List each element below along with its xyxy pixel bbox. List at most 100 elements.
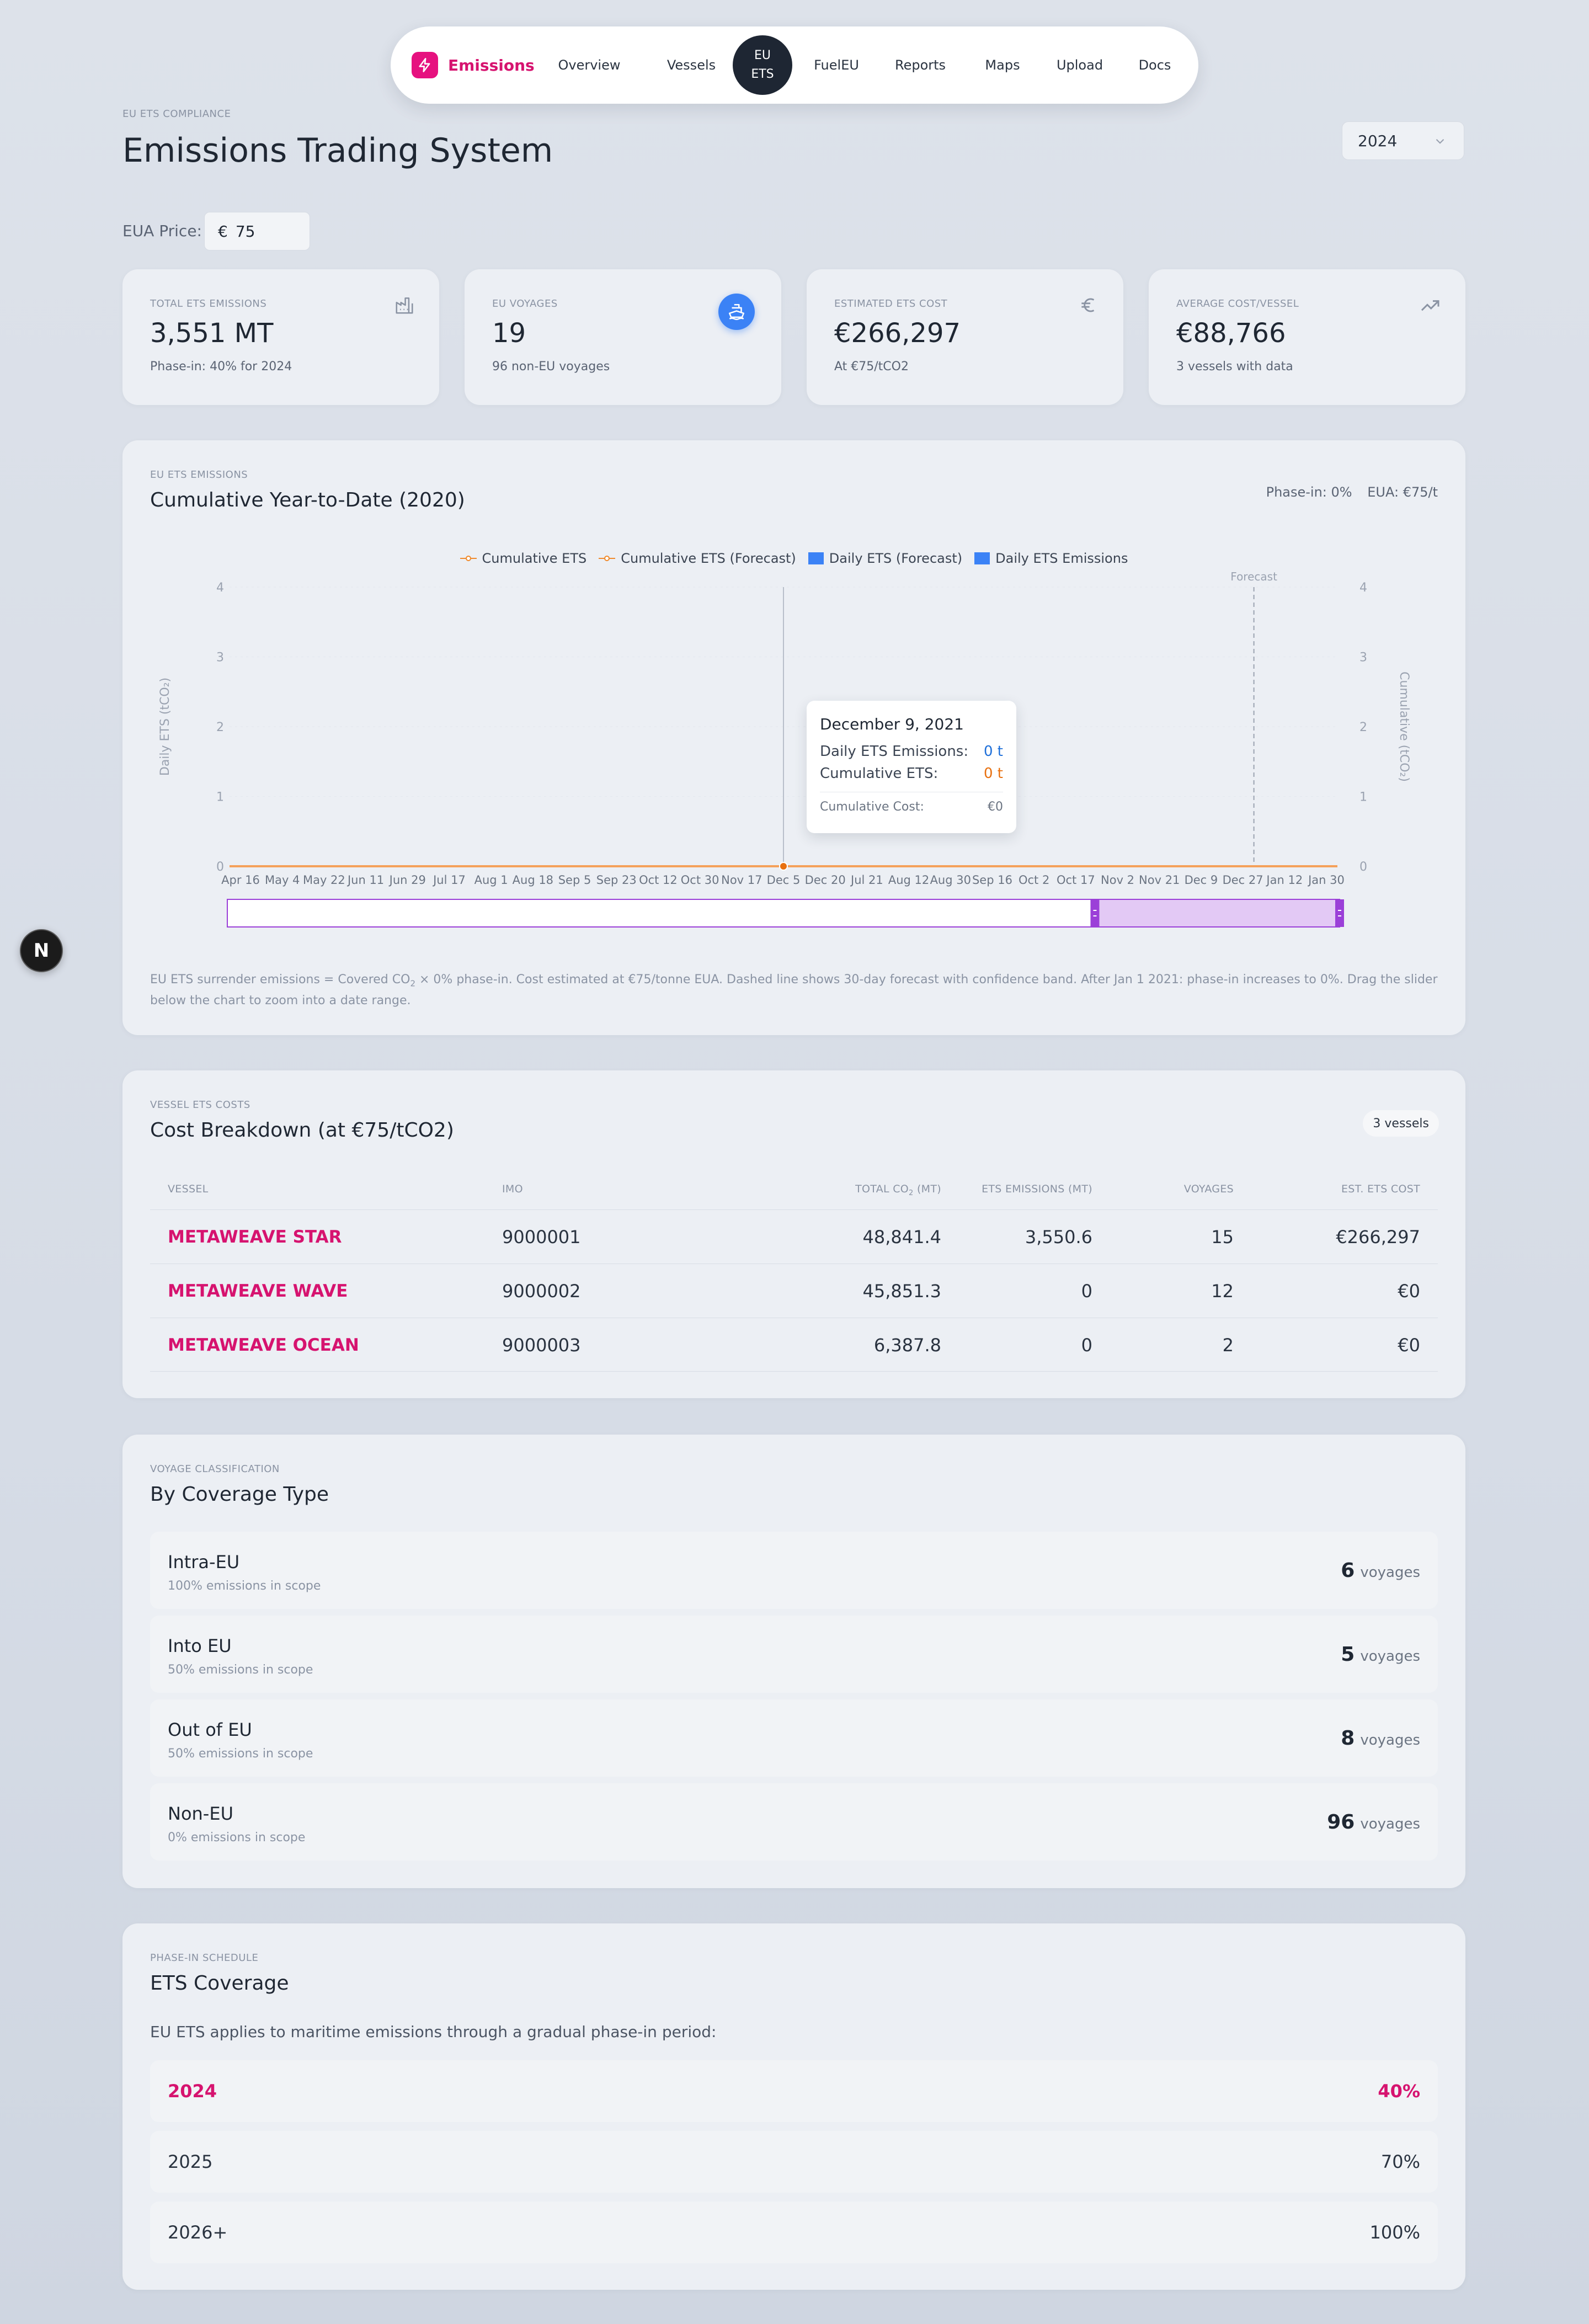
vessel-count-badge: 3 vessels bbox=[1363, 1110, 1439, 1137]
coverage-row-out-of-eu: Out of EU 50% emissions in scope 8 voyag… bbox=[150, 1699, 1438, 1777]
kpi-label: ESTIMATED ETS COST bbox=[834, 298, 948, 310]
eua-price-label: EUA Price: bbox=[122, 222, 202, 240]
phase-in-card: PHASE-IN SCHEDULE ETS Coverage EU ETS ap… bbox=[122, 1923, 1465, 2290]
voyages-cell: 2 bbox=[1222, 1335, 1234, 1356]
col-header-vessel[interactable]: VESSEL bbox=[168, 1183, 209, 1195]
chart-tooltip: December 9, 2021 Daily ETS Emissions: 0 … bbox=[807, 701, 1016, 833]
col-header-text: TOTAL CO bbox=[855, 1183, 909, 1195]
phase-percent: 70% bbox=[1380, 2151, 1420, 2172]
vessel-name-link[interactable]: METAWEAVE WAVE bbox=[168, 1264, 348, 1318]
vessel-name-link[interactable]: METAWEAVE OCEAN bbox=[168, 1318, 359, 1372]
nav-reports[interactable]: Reports bbox=[887, 26, 953, 104]
kpi-estimated-ets-cost: ESTIMATED ETS COST €266,297 At €75/tCO2 bbox=[807, 269, 1123, 405]
nav-eu-ets[interactable]: EU ETS bbox=[733, 35, 792, 95]
nav-eu-ets-line2: ETS bbox=[751, 67, 774, 81]
ets-emissions-cell: 3,550.6 bbox=[1025, 1227, 1092, 1248]
kpi-subtext: Phase-in: 40% for 2024 bbox=[150, 360, 292, 374]
x-tick-label: Dec 27 bbox=[1223, 873, 1263, 887]
vessel-cost-card: VESSEL ETS COSTS Cost Breakdown (at €75/… bbox=[122, 1070, 1465, 1398]
ets-chart-card: EU ETS EMISSIONS Cumulative Year-to-Date… bbox=[122, 440, 1465, 1035]
brand-label: Emissions bbox=[448, 56, 535, 74]
vessel-name-link[interactable]: METAWEAVE STAR bbox=[168, 1210, 342, 1264]
phase-eyebrow: PHASE-IN SCHEDULE bbox=[150, 1952, 259, 1964]
nav-vessels[interactable]: Vessels bbox=[661, 26, 722, 104]
col-header-ets-emissions[interactable]: ETS EMISSIONS (MT) bbox=[982, 1183, 1092, 1195]
x-tick-label: Aug 1 bbox=[474, 873, 508, 887]
x-tick-label: Jan 30 bbox=[1307, 873, 1345, 887]
coverage-count-group: 6 voyages bbox=[1341, 1559, 1420, 1582]
x-tick-label: May 4 bbox=[265, 873, 300, 887]
kpi-value: €88,766 bbox=[1176, 318, 1286, 349]
col-header-voyages[interactable]: VOYAGES bbox=[1184, 1183, 1234, 1195]
coverage-eyebrow: VOYAGE CLASSIFICATION bbox=[150, 1463, 280, 1475]
phase-title: ETS Coverage bbox=[150, 1972, 289, 1995]
kpi-value: 3,551 MT bbox=[150, 318, 274, 349]
x-tick-label: Nov 21 bbox=[1139, 873, 1180, 887]
coverage-row-intra-eu: Intra-EU 100% emissions in scope 6 voyag… bbox=[150, 1532, 1438, 1609]
kpi-subtext: At €75/tCO2 bbox=[834, 360, 909, 374]
coverage-unit: voyages bbox=[1360, 1564, 1420, 1581]
kpi-label: EU VOYAGES bbox=[492, 298, 558, 310]
brand-link[interactable]: Emissions bbox=[412, 52, 535, 78]
currency-symbol: € bbox=[218, 222, 228, 241]
nav-maps[interactable]: Maps bbox=[978, 26, 1027, 104]
footnote-part-a: EU ETS surrender emissions = Covered CO bbox=[150, 973, 410, 987]
coverage-row-non-eu: Non-EU 0% emissions in scope 96 voyages bbox=[150, 1783, 1438, 1861]
year-select[interactable]: 2024 bbox=[1342, 121, 1464, 160]
ets-emissions-cell: 0 bbox=[1081, 1281, 1092, 1302]
est-cost-cell: €266,297 bbox=[1336, 1227, 1420, 1248]
nav-upload[interactable]: Upload bbox=[1049, 26, 1110, 104]
eua-price-value: 75 bbox=[235, 222, 255, 241]
x-tick-label: Jun 29 bbox=[388, 873, 426, 887]
table-row[interactable]: METAWEAVE STAR 9000001 48,841.4 3,550.6 … bbox=[150, 1209, 1438, 1264]
nav-docs[interactable]: Docs bbox=[1130, 26, 1180, 104]
nav-fueleu[interactable]: FuelEU bbox=[809, 26, 864, 104]
footnote-subscript: 2 bbox=[410, 978, 415, 989]
x-tick-label: Dec 5 bbox=[767, 873, 801, 887]
col-header-subscript: 2 bbox=[909, 1188, 914, 1197]
euro-icon bbox=[1078, 295, 1099, 318]
x-tick-label: Sep 5 bbox=[558, 873, 591, 887]
x-tick-label: Sep 23 bbox=[596, 873, 637, 887]
kpi-label: AVERAGE COST/VESSEL bbox=[1176, 298, 1299, 310]
tooltip-value: 0 t bbox=[983, 743, 1003, 760]
nav-overview[interactable]: Overview bbox=[556, 26, 622, 104]
tooltip-date: December 9, 2021 bbox=[820, 715, 964, 733]
factory-icon bbox=[394, 295, 415, 318]
col-header-est-cost[interactable]: EST. ETS COST bbox=[1341, 1183, 1420, 1195]
kpi-subtext: 96 non-EU voyages bbox=[492, 360, 610, 374]
kpi-average-cost-vessel: AVERAGE COST/VESSEL €88,766 3 vessels wi… bbox=[1149, 269, 1465, 405]
hover-point bbox=[779, 862, 788, 871]
lightning-icon bbox=[412, 52, 438, 78]
eua-price-input[interactable]: € 75 bbox=[204, 212, 310, 250]
coverage-unit: voyages bbox=[1360, 1732, 1420, 1749]
x-tick-label: Oct 2 bbox=[1019, 873, 1049, 887]
col-header-text: (MT) bbox=[913, 1183, 941, 1195]
x-tick-label: Oct 17 bbox=[1057, 873, 1095, 887]
tooltip-value: €0 bbox=[988, 800, 1003, 814]
table-row[interactable]: METAWEAVE OCEAN 9000003 6,387.8 0 2 €0 bbox=[150, 1318, 1438, 1372]
coverage-count: 96 bbox=[1327, 1811, 1355, 1833]
x-tick-label: Nov 17 bbox=[721, 873, 762, 887]
col-header-total-co2[interactable]: TOTAL CO2 (MT) bbox=[855, 1183, 941, 1197]
tooltip-value: 0 t bbox=[983, 765, 1003, 782]
table-row[interactable]: METAWEAVE WAVE 9000002 45,851.3 0 12 €0 bbox=[150, 1264, 1438, 1318]
coverage-unit: voyages bbox=[1360, 1648, 1420, 1665]
kpi-eu-voyages: EU VOYAGES 19 96 non-EU voyages bbox=[465, 269, 781, 405]
y-tick-right: 3 bbox=[1359, 651, 1367, 665]
phase-row-2024: 2024 40% bbox=[150, 2060, 1438, 2122]
tooltip-row-cost: Cumulative Cost: €0 bbox=[820, 792, 1003, 814]
x-tick-label: Oct 30 bbox=[681, 873, 719, 887]
top-navigation: Emissions Overview Vessels EU ETS FuelEU… bbox=[391, 26, 1198, 104]
ets-chart-svg[interactable]: 0 1 2 3 4 0 1 2 3 4 Daily ETS (tCO₂) Cumulative (tC… bbox=[122, 440, 1465, 970]
coverage-name: Non-EU bbox=[168, 1803, 233, 1824]
est-cost-cell: €0 bbox=[1398, 1335, 1420, 1356]
dev-tools-button[interactable]: N bbox=[20, 929, 63, 972]
x-tick-label: Jul 17 bbox=[432, 873, 466, 887]
y-tick-left: 2 bbox=[216, 721, 224, 734]
y-tick-right: 1 bbox=[1359, 791, 1367, 804]
x-tick-label: Jul 21 bbox=[850, 873, 883, 887]
nav-eu-ets-line1: EU bbox=[754, 49, 771, 62]
col-header-imo[interactable]: IMO bbox=[502, 1183, 523, 1195]
total-co2-cell: 45,851.3 bbox=[862, 1281, 942, 1302]
